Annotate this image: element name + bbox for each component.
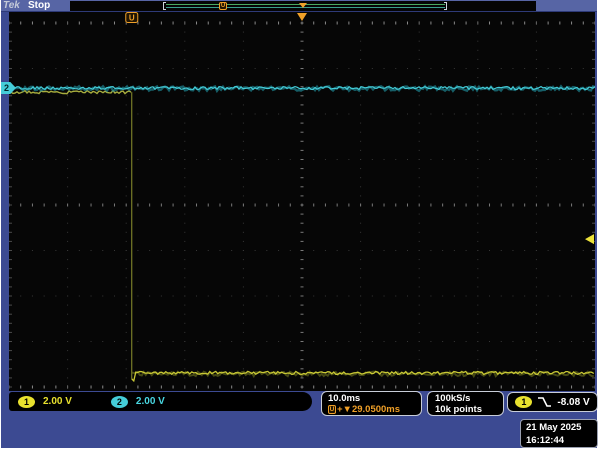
trigger-position-marker-icon: [297, 13, 307, 21]
record-delay-marker-icon: U: [219, 2, 227, 10]
acquisition-readout: 100kS/s 10k points: [427, 391, 504, 416]
delay-value: 29.0500ms: [351, 404, 401, 415]
channel2-badge: 2: [110, 395, 128, 408]
timebase-readout: 10.0ms U +▼ 29.0500ms: [321, 391, 422, 416]
window-bracket-right: [444, 2, 447, 10]
datetime-box: 21 May 2025 16:12:44: [520, 419, 598, 448]
tek-logo: Tek: [3, 0, 20, 11]
oscilloscope-screenshot: Tek Stop U U 2 1 2.00 V 2 2.00 V 10.0ms: [0, 0, 600, 452]
trigger-level-arrow-icon: [585, 234, 594, 245]
channel1-scale: 2.00 V: [43, 396, 72, 407]
record-trigger-position-icon: [299, 3, 307, 8]
acquisition-status: Stop: [28, 0, 51, 11]
falling-edge-icon: [538, 397, 552, 407]
channel-readout-strip: 1 2.00 V 2 2.00 V: [9, 392, 312, 411]
trigger-level: -8.08 V: [557, 396, 590, 408]
scope-screen: Tek Stop U U 2 1 2.00 V 2 2.00 V 10.0ms: [1, 0, 598, 448]
trigger-source-badge: 1: [515, 396, 533, 408]
header-bar: Tek Stop U: [1, 0, 597, 12]
channel1-badge: 1: [18, 395, 35, 408]
delay-readout: U +▼ 29.0500ms: [328, 404, 421, 415]
sample-rate: 100kS/s: [435, 393, 471, 404]
channel2-scale: 2.00 V: [135, 396, 165, 407]
trigger-readout: 1 -8.08 V: [507, 392, 598, 412]
record-view-strip: U: [70, 1, 536, 11]
window-bracket-left: [163, 2, 166, 10]
date-label: 21 May 2025: [526, 422, 582, 433]
delay-marker-icon: U: [328, 405, 336, 414]
record-length: 10k points: [435, 404, 482, 415]
ch1-trace-low: [131, 370, 595, 383]
delay-prefix: +▼: [337, 404, 352, 415]
delay-marker-label: U: [129, 14, 135, 23]
graticule: U: [8, 12, 596, 391]
time-label: 16:12:44: [526, 435, 565, 446]
waveform-svg: U: [8, 12, 596, 389]
timebase-scale: 10.0ms: [328, 393, 361, 404]
